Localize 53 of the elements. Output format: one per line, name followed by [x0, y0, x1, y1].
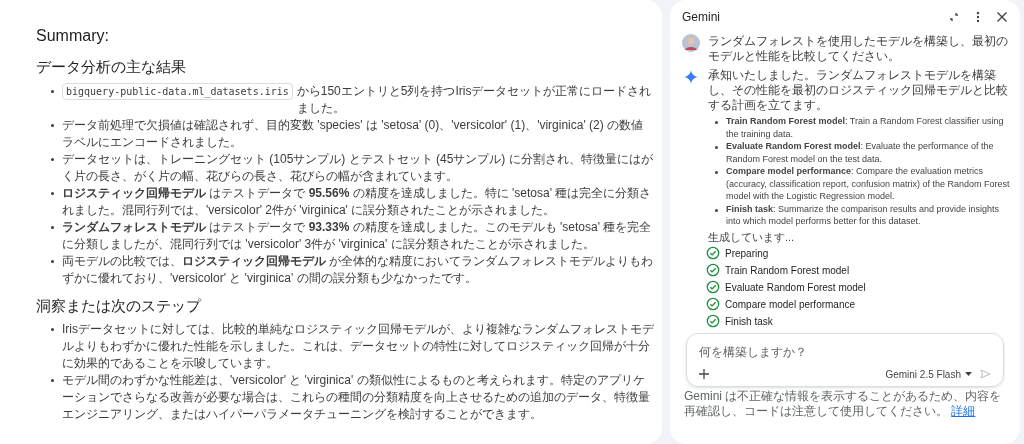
bullet-icon [715, 171, 718, 174]
check-circle-icon [706, 297, 720, 311]
check-circle-icon [706, 314, 720, 328]
bullet-icon [51, 225, 54, 229]
bullet-icon [51, 379, 54, 382]
bullet-icon [51, 259, 54, 263]
bullet-icon [51, 328, 54, 331]
collapse-icon[interactable] [948, 11, 960, 23]
details-link[interactable]: 詳細 [951, 403, 976, 418]
summary-title: Summary: [36, 26, 110, 46]
plus-icon[interactable] [699, 369, 709, 379]
bullet-icon [51, 157, 54, 161]
bullet-icon [715, 121, 718, 124]
bullet-text: モデル間のわずかな性能差は、'versicolor' と 'virginica' の類似性によるものと考えられます。特定のアプリケーションでさらなる改善が必要な場合は、これらの種間の分類精度を向上させるための追加のデータ、特徴量エンジニアリング、またはハイパーパラメータチューニングを検討することができます。 [62, 372, 651, 423]
section-heading: データ分析の主な結果 [36, 57, 187, 77]
bullet-text: 両モデルの比較では、ロジスティック回帰モデル が全体的な精度においてランダムフォレストモデルよりもわずかに優れており、'versicolor' と 'virginica' の間の誤分類も少なかったです。 [62, 252, 654, 287]
bullet-icon [715, 208, 718, 212]
user-message: ランダムフォレストを使用したモデルを構築し、最初のモデルと性能を比較してください。 [708, 34, 1009, 64]
bullet-text: データセットは、トレーニングセット (105サンプル) とテストセット (45サンプル) に分割され、特徴量にはがく片の長さ、がく片の幅、花びらの長さ、花びらの幅が含まれています。 [62, 150, 654, 185]
step-label: Train Random Forest model [725, 263, 850, 278]
check-circle-icon [706, 280, 720, 294]
bullet-icon [51, 89, 54, 93]
code-span: bigquery-public-data.ml_datasets.iris [62, 82, 293, 100]
disclaimer: Gemini は不正確な情報を表示することがあるため、内容を再確認し、コードは注意して使用してください。 詳細 [684, 388, 1003, 419]
bullet-text: ロジスティック回帰モデル はテストデータで 95.56% の精度を達成しました。特に 'setosa' 種は完全に分類されました。混同行列では、'versicolor' 2件が 'virginica' に誤分類されたことが示されました。 [62, 184, 653, 219]
bullet-text: ランダムフォレストモデル はテストデータで 93.33% の精度を達成しました。このモデルも 'setosa' 種を完全に分類しましたが、混同行列では 'versicolor' 3件が 'virginica' に誤分類されたことが示されました。 [62, 218, 653, 253]
plan-item: Evaluate Random Forest model: Evaluate the performance of the Random Forest model on the test data. [726, 140, 995, 165]
bullet-text: から150エントリと5列を持つIrisデータセットが正常にロードされました。 [296, 82, 653, 117]
status-text: 生成しています... [708, 229, 796, 244]
reply-text: 承知いたしました。ランダムフォレストモデルを構築し、その性能を最初のロジスティック回帰モデルと比較する計画を立てます。 [708, 68, 1009, 113]
plan-item: Finish task: Summarize the comparison results and provide insights into which model performs better for this dataset. [726, 202, 1001, 228]
plan-item: Train Random Forest model: Train a Random Forest classifier using the training data. [726, 115, 1005, 140]
bullet-icon [51, 191, 54, 195]
bullet-text: データ前処理で欠損値は確認されず、目的変数 'species' は 'setosa' (0)、'versicolor' (1)、'virginica' (2) の数値ラベルにエンコードされました。 [62, 116, 645, 151]
step-label: Finish task [725, 314, 773, 329]
bullet-text: Irisデータセットに対しては、比較的単純なロジスティック回帰モデルが、より複雑なランダムフォレストモデルよりもわずかに優れた性能を示しました。これは、データセットの特性に対してロジスティック回帰が十分に効果的であることを示唆しています。 [62, 321, 654, 372]
step-label: Evaluate Random Forest model [725, 280, 866, 295]
step-label: Compare model performance [725, 297, 856, 312]
check-circle-icon [706, 246, 720, 260]
step-label: Preparing [725, 246, 769, 261]
caret-icon [965, 372, 972, 376]
bullet-icon [51, 123, 54, 127]
model-dropdown[interactable]: Gemini 2.5 Flash [885, 366, 972, 382]
check-circle-icon [706, 263, 720, 277]
close-icon[interactable] [996, 11, 1008, 23]
plan-item: Compare model performance: Compare the evaluation metrics (accuracy, classification report, confusion matrix) of the Random Forest model with the Logistic Regression model. [726, 165, 1011, 203]
prompt-box[interactable]: 何を構築しますか？ Gemini 2.5 Flash [686, 332, 1004, 387]
section-heading: 洞察または次のステップ [36, 295, 203, 316]
avatar [682, 34, 700, 52]
bullet-icon [715, 146, 718, 149]
panel-title: Gemini [682, 9, 720, 26]
sparkle-icon [684, 70, 698, 84]
more-icon[interactable] [976, 11, 980, 23]
